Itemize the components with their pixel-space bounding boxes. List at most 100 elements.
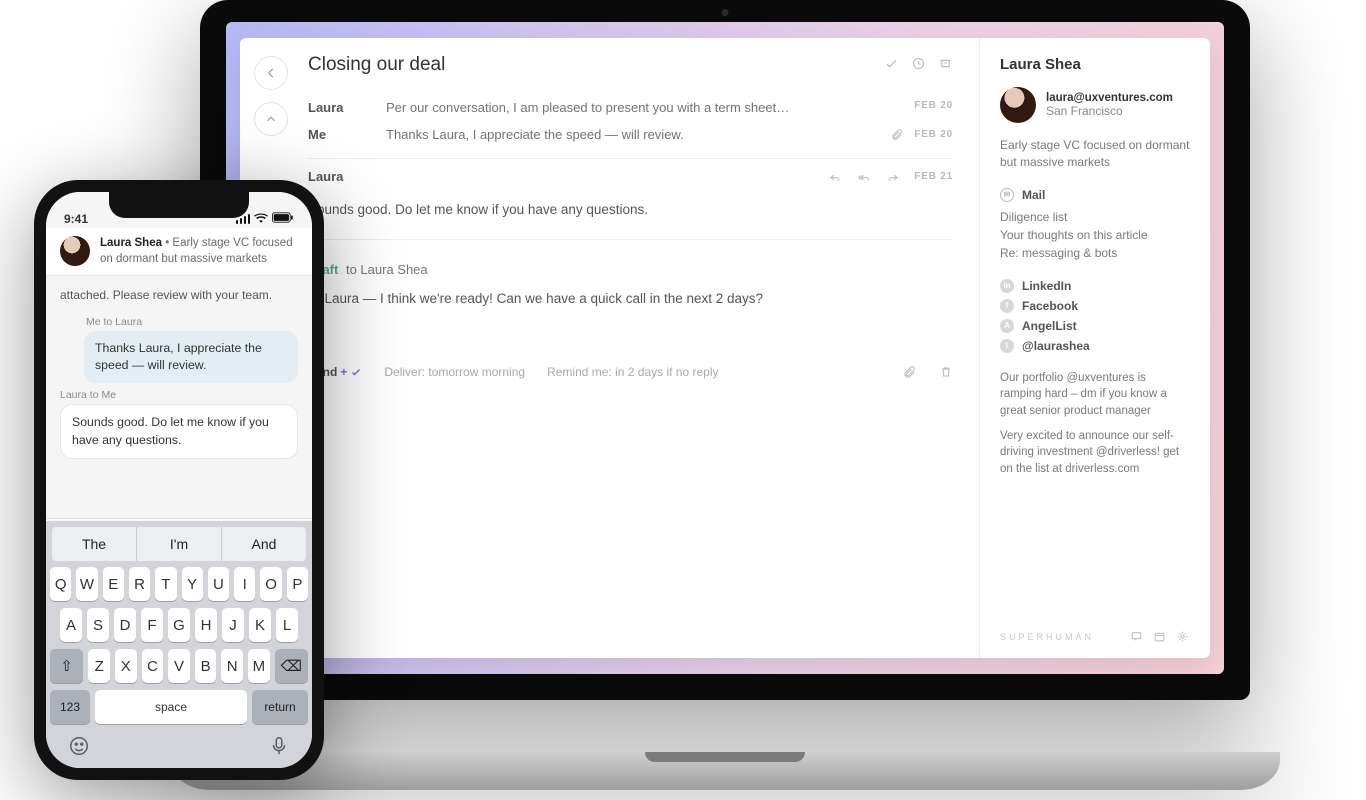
draft-to: to Laura Shea (346, 262, 428, 277)
key-r[interactable]: R (129, 567, 150, 601)
contact-location: San Francisco (1046, 104, 1173, 118)
space-key[interactable]: space (95, 690, 247, 724)
check-icon[interactable] (884, 56, 899, 71)
key-t[interactable]: T (155, 567, 176, 601)
key-c[interactable]: C (142, 649, 164, 683)
attachment-icon[interactable] (901, 364, 916, 379)
reply-all-icon[interactable] (856, 169, 871, 184)
key-s[interactable]: S (87, 608, 109, 642)
angellist-icon: A (1000, 319, 1014, 333)
chat-icon[interactable] (1129, 629, 1144, 644)
social-twitter[interactable]: t@laurashea (1000, 336, 1190, 356)
battery-icon (272, 212, 294, 226)
emoji-key[interactable] (68, 735, 90, 760)
facebook-icon: f (1000, 299, 1014, 313)
shift-key[interactable]: ⇧ (50, 649, 83, 683)
suggestion-bar: The I'm And (52, 527, 306, 561)
return-key[interactable]: return (252, 690, 308, 724)
key-e[interactable]: E (103, 567, 124, 601)
key-row: 123 space return (50, 690, 308, 724)
key-f[interactable]: F (141, 608, 163, 642)
mic-key[interactable] (268, 735, 290, 760)
key-v[interactable]: V (168, 649, 190, 683)
suggestion[interactable]: I'm (136, 527, 221, 561)
up-button[interactable] (254, 102, 288, 136)
key-m[interactable]: M (248, 649, 270, 683)
clock-icon[interactable] (911, 56, 926, 71)
archive-icon[interactable] (938, 56, 953, 71)
deliver-hint[interactable]: Deliver: tomorrow morning (384, 365, 525, 379)
message-preview: Per our conversation, I am pleased to pr… (386, 100, 896, 115)
key-row: QWERTYUIOP (50, 567, 308, 601)
key-b[interactable]: B (195, 649, 217, 683)
key-g[interactable]: G (168, 608, 190, 642)
key-a[interactable]: A (60, 608, 82, 642)
key-i[interactable]: I (234, 567, 255, 601)
draft-body[interactable]: Hi Laura — I think we're ready! Can we h… (308, 291, 953, 306)
key-row: ASDFGHJKL (50, 608, 308, 642)
conversation-body[interactable]: attached. Please review with your team. … (46, 276, 312, 518)
reply-icon[interactable] (827, 169, 842, 184)
thread-actions (884, 56, 953, 71)
bubble-label: Me to Laura (86, 316, 298, 328)
key-q[interactable]: Q (50, 567, 71, 601)
key-x[interactable]: X (115, 649, 137, 683)
message-date: FEB 20 (914, 100, 953, 111)
camera-dot (722, 9, 729, 16)
chevron-up-icon (264, 112, 278, 126)
key-p[interactable]: P (287, 567, 308, 601)
message-preview: Thanks Laura, I appreciate the speed — w… (386, 127, 871, 142)
key-u[interactable]: U (208, 567, 229, 601)
message-fragment: attached. Please review with your team. (60, 284, 298, 310)
mail-item[interactable]: Diligence list (1000, 208, 1190, 226)
calendar-icon[interactable] (1152, 629, 1167, 644)
email-app-window: Closing our deal Laura Per our conversat… (240, 38, 1210, 658)
laptop-notch (645, 752, 805, 762)
key-l[interactable]: L (276, 608, 298, 642)
twitter-icon: t (1000, 339, 1014, 353)
backspace-key[interactable]: ⌫ (275, 649, 308, 683)
contact-sidebar: Laura Shea laura@uxventures.com San Fran… (980, 38, 1210, 658)
message-sender: Laura (308, 100, 368, 115)
bubble-them: Sounds good. Do let me know if you have … (60, 404, 298, 458)
tweet: Our portfolio @uxventures is ramping har… (1000, 370, 1190, 420)
desktop-wallpaper: Closing our deal Laura Per our conversat… (226, 22, 1224, 674)
key-j[interactable]: J (222, 608, 244, 642)
bubble-me: Thanks Laura, I appreciate the speed — w… (84, 331, 298, 383)
remind-hint[interactable]: Remind me: in 2 days if no reply (547, 365, 718, 379)
social-linkedin[interactable]: inLinkedIn (1000, 276, 1190, 296)
key-w[interactable]: W (76, 567, 97, 601)
bubble-label: Laura to Me (60, 389, 298, 401)
back-button[interactable] (254, 56, 288, 90)
gear-icon[interactable] (1175, 629, 1190, 644)
key-o[interactable]: O (260, 567, 281, 601)
social-facebook[interactable]: fFacebook (1000, 296, 1190, 316)
conversation-header[interactable]: Laura Shea • Early stage VC focused on d… (46, 228, 312, 276)
suggestion[interactable]: And (221, 527, 306, 561)
key-y[interactable]: Y (182, 567, 203, 601)
draft-toolbar: Send + Deliver: tomorrow morning Remind … (308, 354, 953, 397)
forward-icon[interactable] (885, 169, 900, 184)
wifi-icon (254, 212, 268, 226)
key-d[interactable]: D (114, 608, 136, 642)
suggestion[interactable]: The (52, 527, 136, 561)
key-z[interactable]: Z (88, 649, 110, 683)
avatar (1000, 87, 1036, 123)
message-row[interactable]: Me Thanks Laura, I appreciate the speed … (308, 121, 953, 148)
mail-item[interactable]: Your thoughts on this article (1000, 226, 1190, 244)
key-n[interactable]: N (221, 649, 243, 683)
contact-email[interactable]: laura@uxventures.com (1046, 92, 1173, 104)
avatar (60, 236, 90, 266)
arrow-left-icon (264, 66, 278, 80)
conversation-title: Laura Shea • Early stage VC focused on d… (100, 236, 298, 267)
social-angellist[interactable]: AAngelList (1000, 316, 1190, 336)
numbers-key[interactable]: 123 (50, 690, 90, 724)
key-h[interactable]: H (195, 608, 217, 642)
message-row[interactable]: Laura Per our conversation, I am pleased… (308, 94, 953, 121)
key-k[interactable]: K (249, 608, 271, 642)
brand-name: SUPERHUMAN (1000, 632, 1094, 642)
trash-icon[interactable] (938, 364, 953, 379)
brand-bar: SUPERHUMAN (1000, 629, 1190, 644)
mail-item[interactable]: Re: messaging & bots (1000, 244, 1190, 262)
linkedin-icon: in (1000, 279, 1014, 293)
